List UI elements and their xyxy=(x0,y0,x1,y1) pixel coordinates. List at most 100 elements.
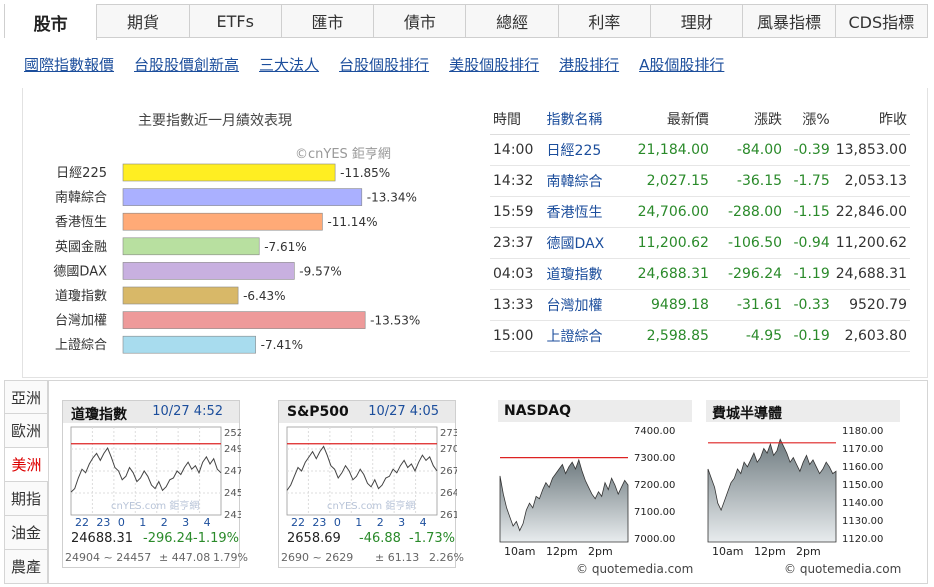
mini-chart-header: S&P500 10/27 4:05 xyxy=(279,401,455,423)
index-name-link[interactable]: 香港恆生 xyxy=(543,196,629,228)
cell-chg: -31.61 xyxy=(711,289,786,321)
index-name-link[interactable]: 道瓊指數 xyxy=(543,258,629,290)
mini-line-chart: cnYES.com 鉅亨網252022498524767245492433222… xyxy=(70,426,241,529)
y-tick-label: 7200.00 xyxy=(634,480,675,491)
quotemedia-chart-0[interactable]: NASDAQ 7400.00 7300.00 7200.00 7100.00 7000.0… xyxy=(498,400,698,580)
tab-4[interactable]: 債市 xyxy=(374,5,467,37)
cell-chg: -106.50 xyxy=(711,227,786,259)
perf-bar xyxy=(122,262,295,280)
y-tick-label: 25202 xyxy=(224,428,241,439)
x-tick-label: 1 xyxy=(139,516,146,529)
quick-link-0[interactable]: 國際指數報價 xyxy=(24,54,114,75)
tab-9[interactable]: CDS指標 xyxy=(836,5,927,37)
header-cell: 時間 xyxy=(490,104,544,135)
mini-chart-time: 10/27 4:05 xyxy=(368,404,439,419)
mini-chart-time: 10/27 4:52 xyxy=(152,404,223,419)
brand-text: quotemedia.com xyxy=(591,562,694,576)
tab-6[interactable]: 利率 xyxy=(559,5,652,37)
perf-value-label: -6.43% xyxy=(243,289,285,303)
table-header: 時間 指數名稱 最新價 漲跌 漲% 昨收 xyxy=(490,104,910,135)
y-tick-label: 24332 xyxy=(224,510,241,521)
cell-pct: -0.19 xyxy=(785,320,833,352)
mini-chart-name: S&P500 xyxy=(287,404,349,420)
x-tick-label: 23 xyxy=(312,516,326,529)
quick-link-3[interactable]: 台股個股排行 xyxy=(339,54,429,75)
index-quote-table: 時間 指數名稱 最新價 漲跌 漲% 昨收 14:00 日經225 21,184.00 -84.0… xyxy=(490,104,910,352)
cell-time: 14:32 xyxy=(490,165,544,197)
x-tick-label: 22 xyxy=(291,516,305,529)
table-row: 15:59 香港恆生 24,706.00 -288.00 -1.15 22,846.00 xyxy=(490,196,910,228)
amplitude-pct: 2.26% xyxy=(429,551,464,564)
quick-link-4[interactable]: 美股個股排行 xyxy=(449,54,539,75)
y-tick-label: 2643 xyxy=(440,488,457,499)
x-tick-label: 10am xyxy=(504,545,535,558)
cell-prev: 24,688.31 xyxy=(832,258,910,290)
mini-chart-name: 道瓊指數 xyxy=(71,407,127,423)
y-tick-label: 1140.00 xyxy=(842,498,883,509)
perf-category-label: 道瓊指數 xyxy=(55,289,107,304)
quotemedia-chart-1[interactable]: 費城半導體 1180.00 1170.00 1160.00 1150.00 1140.00… xyxy=(706,400,906,580)
tab-0[interactable]: 股市 xyxy=(5,4,98,40)
tab-5[interactable]: 總經 xyxy=(466,5,559,37)
perf-value-label: -7.41% xyxy=(261,338,303,352)
x-tick-label: 10am xyxy=(712,545,743,558)
mini-chart-1[interactable]: S&P500 10/27 4:05 cnYES.com 鉅亨網 2737 2706 267… xyxy=(278,400,464,568)
mini-chart-0[interactable]: 道瓊指數 10/27 4:52 cnYES.com 鉅亨網 25202 24985 247… xyxy=(62,400,248,568)
index-name-link[interactable]: 台灣加權 xyxy=(543,289,629,321)
main-tabs: 股市 期貨 ETFs 匯市 債市 總經 利率 理財 風暴指標 CDS指標 xyxy=(4,4,928,40)
cell-chg: -84.00 xyxy=(711,134,786,166)
x-tick-label: 2pm xyxy=(588,545,613,558)
perf-category-label: 南韓綜合 xyxy=(55,190,107,206)
region-tab-4[interactable]: 油金 xyxy=(4,516,48,550)
x-tick-label: 2 xyxy=(377,516,384,529)
header-cell: 漲% xyxy=(785,104,833,135)
copyright-icon: © xyxy=(784,562,800,576)
region-tab-3[interactable]: 期指 xyxy=(4,482,48,516)
high-low-range: 24904 ~ 24457 xyxy=(65,551,152,564)
tab-8[interactable]: 風暴指標 xyxy=(743,5,836,37)
q-area-chart: 7400.00 7300.00 7200.00 7100.00 7000.00 10am 1… xyxy=(499,426,675,558)
index-name-link[interactable]: 日經225 xyxy=(543,134,629,166)
cell-pct: -0.33 xyxy=(785,289,833,321)
index-name-link[interactable]: 上證綜合 xyxy=(543,320,629,352)
cell-pct: -0.39 xyxy=(785,134,833,166)
cell-time: 15:00 xyxy=(490,320,544,352)
q-chart-title: NASDAQ xyxy=(498,400,692,422)
perf-bar xyxy=(122,237,260,256)
region-tab-0[interactable]: 亞洲 xyxy=(4,380,48,414)
tab-7[interactable]: 理財 xyxy=(651,5,744,37)
index-name-link[interactable]: 南韓綜合 xyxy=(543,165,629,197)
region-tab-5[interactable]: 農產 xyxy=(4,550,48,584)
region-tab-1[interactable]: 歐洲 xyxy=(4,414,48,448)
region-tab-2[interactable]: 美洲 xyxy=(4,448,48,482)
y-tick-label: 2737 xyxy=(440,428,457,439)
quick-link-2[interactable]: 三大法人 xyxy=(259,54,319,75)
quick-link-6[interactable]: A股個股排行 xyxy=(639,54,724,75)
y-tick-label: 24767 xyxy=(224,466,241,477)
tab-2[interactable]: ETFs xyxy=(190,5,282,37)
index-name-link[interactable]: 德國DAX xyxy=(543,227,629,259)
perf-category-label: 香港恆生 xyxy=(55,215,107,230)
y-tick-label: 1150.00 xyxy=(842,480,883,491)
x-tick-label: 4 xyxy=(420,516,427,529)
header-cell: 指數名稱 xyxy=(543,104,629,135)
region-tabs: 亞洲 歐洲 美洲 期指 油金 農產 xyxy=(4,380,48,584)
perf-category-label: 上證綜合 xyxy=(55,337,107,353)
amplitude: ± 447.08 xyxy=(159,551,211,564)
perf-value-label: -13.34% xyxy=(367,191,417,205)
y-tick-label: 24549 xyxy=(224,488,241,499)
cell-price: 9489.18 xyxy=(628,289,712,321)
table-row: 14:32 南韓綜合 2,027.15 -36.15 -1.75 2,053.13 xyxy=(490,165,910,197)
table-row: 15:00 上證綜合 2,598.85 -4.95 -0.19 2,603.80 xyxy=(490,320,910,352)
perf-value-label: -9.57% xyxy=(299,264,341,278)
change-pct: -1.73% xyxy=(409,531,455,546)
cell-time: 23:37 xyxy=(490,227,544,259)
perf-bar xyxy=(122,212,323,231)
tab-1[interactable]: 期貨 xyxy=(97,5,190,37)
perf-value-label: -11.85% xyxy=(340,166,390,180)
perf-bar xyxy=(122,286,239,305)
quick-link-5[interactable]: 港股排行 xyxy=(559,54,619,75)
quick-link-1[interactable]: 台股股價創新高 xyxy=(134,54,239,75)
quotemedia-logo: © quotemedia.com xyxy=(784,562,901,576)
tab-3[interactable]: 匯市 xyxy=(282,5,375,37)
